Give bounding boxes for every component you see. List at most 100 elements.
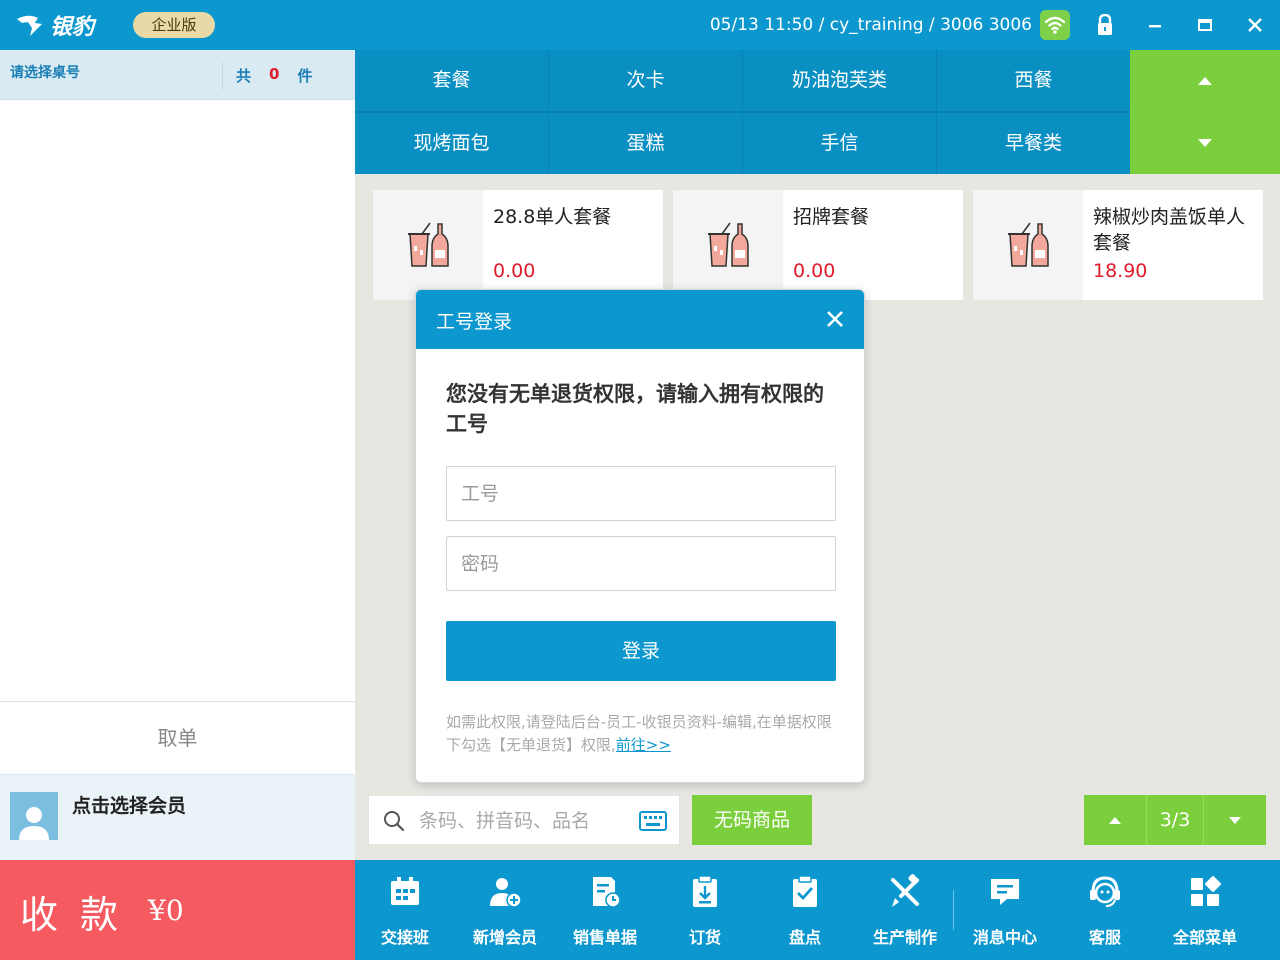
order-goods-icon <box>693 875 717 907</box>
toolbar-divider <box>953 890 954 930</box>
tool-label: 盘点 <box>788 928 821 947</box>
permission-message: 您没有无单退货权限，请输入拥有权限的工号 <box>446 382 824 436</box>
category-tab[interactable]: 早餐类 <box>937 113 1130 174</box>
product-card[interactable]: 28.8单人套餐 0.00 <box>373 190 663 300</box>
customer-service-button[interactable]: 客服 <box>1055 860 1155 960</box>
caret-up-icon <box>1198 77 1212 85</box>
lock-icon[interactable] <box>1090 10 1120 40</box>
session-info: 05/13 11:50 / cy_training / 3006 3006 <box>709 15 1032 35</box>
table-header: 请选择桌号 共 0 件 <box>0 50 355 100</box>
order-panel: 请选择桌号 共 0 件 取单 点击选择会员 收款 ¥0 <box>0 50 355 960</box>
drinks-icon <box>673 190 783 300</box>
go-to-settings-link[interactable]: 前往>> <box>616 736 671 754</box>
category-tab[interactable]: 蛋糕 <box>549 113 742 174</box>
message-icon <box>991 879 1019 905</box>
edition-badge: 企业版 <box>133 12 215 38</box>
tool-label: 客服 <box>1088 928 1121 947</box>
product-name: 28.8单人套餐 <box>493 206 612 228</box>
tool-label: 新增会员 <box>472 928 537 947</box>
tool-label: 生产制作 <box>872 928 937 947</box>
select-table-button[interactable]: 请选择桌号 <box>10 62 80 82</box>
checkout-button[interactable]: 收款 ¥0 <box>0 860 355 960</box>
product-price: 18.90 <box>1093 260 1148 282</box>
caret-up-icon <box>1109 816 1121 824</box>
logo-icon <box>17 15 42 36</box>
page-down-button[interactable] <box>1204 795 1266 845</box>
caret-down-icon <box>1198 139 1212 147</box>
customer-service-icon <box>1090 876 1120 907</box>
close-icon[interactable] <box>820 304 850 334</box>
category-tab[interactable]: 套餐 <box>355 50 548 111</box>
page-up-button[interactable] <box>1084 795 1146 845</box>
category-tab[interactable]: 西餐 <box>937 50 1130 111</box>
logo-text: 银豹 <box>50 15 95 40</box>
add-member-icon <box>490 878 522 908</box>
title-bar: 银豹 企业版 05/13 11:50 / cy_training / 3006 … <box>0 0 1280 50</box>
employee-login-dialog: 工号登录 您没有无单退货权限，请输入拥有权限的工号 登录 如需此权限,请登陆后台… <box>415 289 865 783</box>
category-tab[interactable]: 奶油泡芙类 <box>743 50 936 111</box>
order-goods-button[interactable]: 订货 <box>655 860 755 960</box>
tool-label: 交接班 <box>380 928 429 947</box>
no-barcode-product-button[interactable]: 无码商品 <box>692 795 812 845</box>
product-search <box>368 795 680 845</box>
product-pager: 3/3 <box>1084 795 1266 845</box>
password-field[interactable] <box>446 536 836 591</box>
category-grid: 套餐 次卡 奶油泡芙类 西餐 现烤面包 蛋糕 手信 早餐类 <box>355 50 1280 174</box>
sales-records-button[interactable]: 销售单据 <box>555 860 655 960</box>
all-menu-button[interactable]: 全部菜单 <box>1155 860 1255 960</box>
login-button[interactable]: 登录 <box>446 621 836 681</box>
count-prefix: 共 <box>236 67 252 85</box>
wifi-icon[interactable] <box>1040 10 1070 40</box>
header-divider <box>222 62 223 90</box>
shift-handover-button[interactable]: 交接班 <box>355 860 455 960</box>
tool-label: 订货 <box>688 928 721 947</box>
category-tab[interactable]: 手信 <box>743 113 936 174</box>
search-input[interactable] <box>419 808 629 834</box>
member-label: 点击选择会员 <box>72 795 187 817</box>
item-count: 共 0 件 <box>236 65 312 86</box>
product-card[interactable]: 招牌套餐 0.00 <box>673 190 963 300</box>
take-order-button[interactable]: 取单 <box>0 701 355 774</box>
category-scroll-up-button[interactable] <box>1130 50 1280 112</box>
product-card[interactable]: 辣椒炒肉盖饭单人套餐 18.90 <box>973 190 1263 300</box>
product-name: 招牌套餐 <box>793 206 870 228</box>
checkout-label: 收款 <box>20 893 141 937</box>
employee-id-field[interactable] <box>446 466 836 521</box>
permission-hint: 如需此权限,请登陆后台-员工-收银员资料-编辑,在单据权限下勾选【无单退货】权限… <box>446 711 841 757</box>
sales-records-icon <box>593 877 621 908</box>
production-button[interactable]: 生产制作 <box>855 860 955 960</box>
stocktake-icon <box>793 875 817 907</box>
count-value: 0 <box>269 65 280 83</box>
minimize-icon[interactable] <box>1140 10 1170 40</box>
search-icon <box>384 811 405 832</box>
product-price: 0.00 <box>793 260 836 282</box>
maximize-icon[interactable] <box>1190 10 1220 40</box>
select-member-button[interactable]: 点击选择会员 <box>0 774 355 860</box>
bottom-toolbar: 交接班 新增会员 销售单据 订货 盘点 生产制作 消息中心 客服 全部菜单 <box>355 860 1280 960</box>
drinks-icon <box>973 190 1083 300</box>
stocktake-button[interactable]: 盘点 <box>755 860 855 960</box>
close-window-icon[interactable] <box>1240 10 1270 40</box>
count-suffix: 件 <box>297 67 313 85</box>
category-scroll-down-button[interactable] <box>1130 112 1280 174</box>
dialog-header: 工号登录 <box>416 290 864 349</box>
tool-label: 消息中心 <box>972 928 1037 947</box>
member-avatar-icon <box>10 792 58 840</box>
tool-label: 全部菜单 <box>1172 928 1237 947</box>
message-center-button[interactable]: 消息中心 <box>955 860 1055 960</box>
shift-handover-icon <box>391 877 419 905</box>
checkout-amount: ¥0 <box>148 894 184 927</box>
production-icon <box>891 874 919 907</box>
tool-label: 销售单据 <box>572 928 637 947</box>
app-logo: 银豹 <box>14 11 95 40</box>
dialog-title: 工号登录 <box>436 311 513 333</box>
add-member-button[interactable]: 新增会员 <box>455 860 555 960</box>
product-price: 0.00 <box>493 260 536 282</box>
caret-down-icon <box>1229 816 1241 824</box>
drinks-icon <box>373 190 483 300</box>
page-indicator: 3/3 <box>1146 795 1204 845</box>
category-tab[interactable]: 现烤面包 <box>355 113 548 174</box>
keyboard-icon[interactable] <box>639 811 667 831</box>
product-name: 辣椒炒肉盖饭单人套餐 <box>1093 206 1246 254</box>
category-tab[interactable]: 次卡 <box>549 50 742 111</box>
